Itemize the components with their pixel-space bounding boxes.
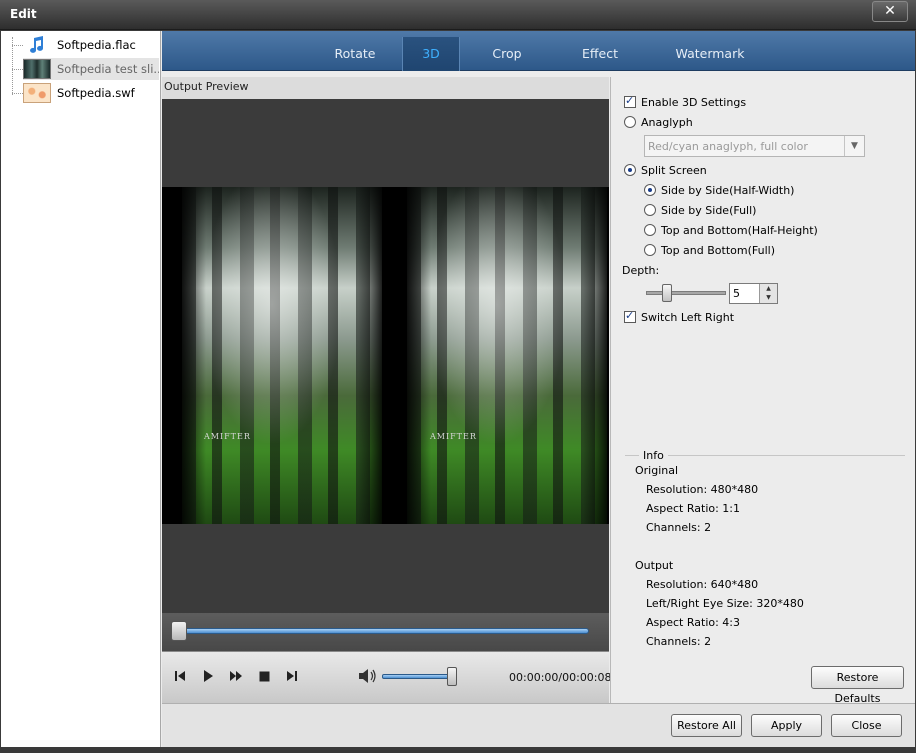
enable-3d-checkbox[interactable]: Enable 3D Settings bbox=[624, 94, 746, 110]
depth-label: Depth: bbox=[622, 263, 660, 277]
side-by-side-full-radio[interactable]: Side by Side(Full) bbox=[644, 202, 756, 218]
split-option-label: Top and Bottom(Full) bbox=[661, 243, 775, 257]
switch-lr-label: Switch Left Right bbox=[641, 310, 735, 324]
tab-effect[interactable]: Effect bbox=[564, 37, 636, 71]
top-bottom-full-radio[interactable]: Top and Bottom(Full) bbox=[644, 242, 775, 258]
spin-arrows-icon[interactable]: ▲ ▼ bbox=[759, 284, 777, 303]
file-name: Softpedia.swf bbox=[57, 86, 135, 100]
depth-slider-thumb[interactable] bbox=[662, 284, 672, 302]
player-controls: 00:00:00/00:00:08 bbox=[162, 651, 612, 703]
radio-circle[interactable] bbox=[624, 116, 636, 128]
volume-thumb[interactable] bbox=[447, 667, 457, 686]
output-aspect-ratio: Aspect Ratio: 4:3 bbox=[646, 616, 741, 629]
fast-forward-icon[interactable] bbox=[228, 670, 244, 686]
radio-circle[interactable] bbox=[644, 224, 656, 236]
right-eye-view bbox=[407, 187, 607, 524]
original-resolution: Resolution: 480*480 bbox=[646, 483, 759, 496]
seek-thumb[interactable] bbox=[171, 621, 187, 641]
file-name: Softpedia.flac bbox=[57, 38, 136, 52]
apply-button[interactable]: Apply bbox=[751, 714, 822, 737]
chevron-down-icon[interactable]: ▼ bbox=[844, 136, 864, 156]
video-frame: AMIFTER AMIFTER bbox=[162, 187, 609, 524]
window-title: Edit bbox=[10, 7, 37, 21]
tab-rotate[interactable]: Rotate bbox=[320, 37, 390, 71]
flash-thumbnail-icon bbox=[23, 83, 51, 103]
original-label: Original bbox=[635, 464, 679, 477]
skip-start-icon[interactable] bbox=[172, 670, 188, 686]
output-channels: Channels: 2 bbox=[646, 635, 712, 648]
window-close-button[interactable]: ✕ bbox=[872, 1, 908, 22]
bottom-button-bar: Restore All Apply Close bbox=[162, 703, 915, 747]
split-screen-label: Split Screen bbox=[641, 163, 707, 177]
skip-end-icon[interactable] bbox=[284, 670, 300, 686]
preview-area: AMIFTER AMIFTER bbox=[162, 99, 609, 613]
preview-header: Output Preview bbox=[162, 77, 609, 99]
video-caption-left: AMIFTER bbox=[204, 432, 251, 441]
seek-bar bbox=[162, 613, 609, 651]
tab-crop[interactable]: Crop bbox=[472, 37, 542, 71]
depth-label-row: Depth: bbox=[622, 262, 659, 278]
split-option-label: Top and Bottom(Half-Height) bbox=[661, 223, 818, 237]
split-screen-radio[interactable]: Split Screen bbox=[624, 162, 707, 178]
stop-icon[interactable] bbox=[256, 670, 272, 686]
anaglyph-label: Anaglyph bbox=[641, 115, 693, 129]
anaglyph-select-value: Red/cyan anaglyph, full color bbox=[648, 140, 808, 153]
video-caption-right: AMIFTER bbox=[430, 432, 477, 441]
radio-circle[interactable] bbox=[644, 204, 656, 216]
tree-connector bbox=[12, 45, 23, 46]
original-channels: Channels: 2 bbox=[646, 521, 712, 534]
anaglyph-select[interactable]: Red/cyan anaglyph, full color ▼ bbox=[644, 135, 865, 157]
anaglyph-radio[interactable]: Anaglyph bbox=[624, 114, 693, 130]
depth-slider-track[interactable] bbox=[646, 291, 726, 295]
output-label: Output bbox=[635, 559, 674, 572]
video-thumbnail-icon bbox=[23, 59, 51, 79]
output-eye-size: Left/Right Eye Size: 320*480 bbox=[646, 597, 804, 610]
split-option-label: Side by Side(Half-Width) bbox=[661, 183, 795, 197]
depth-value: 5 bbox=[733, 287, 740, 300]
output-resolution: Resolution: 640*480 bbox=[646, 578, 759, 591]
checkbox-box[interactable] bbox=[624, 309, 636, 323]
checkbox-box[interactable] bbox=[624, 94, 636, 108]
settings-panel: Enable 3D Settings Anaglyph Red/cyan ana… bbox=[610, 77, 915, 705]
split-option-label: Side by Side(Full) bbox=[661, 203, 757, 217]
file-name: Softpedia test sli... bbox=[57, 62, 159, 76]
original-aspect-ratio: Aspect Ratio: 1:1 bbox=[646, 502, 741, 515]
tab-bar: Rotate 3D Crop Effect Watermark bbox=[162, 31, 915, 71]
volume-track[interactable] bbox=[382, 674, 454, 679]
enable-3d-label: Enable 3D Settings bbox=[641, 95, 747, 109]
timecode: 00:00:00/00:00:08 bbox=[509, 671, 612, 684]
top-bottom-half-radio[interactable]: Top and Bottom(Half-Height) bbox=[644, 222, 818, 238]
radio-circle[interactable] bbox=[644, 184, 656, 196]
seek-track[interactable] bbox=[180, 628, 589, 634]
title-bar: Edit ✕ bbox=[0, 0, 916, 30]
radio-circle[interactable] bbox=[644, 244, 656, 256]
music-note-icon bbox=[23, 35, 51, 55]
tab-3d[interactable]: 3D bbox=[402, 37, 460, 71]
file-item-flac[interactable]: Softpedia.flac bbox=[23, 34, 159, 56]
file-item-video[interactable]: Softpedia test sli... bbox=[23, 58, 159, 80]
restore-defaults-button[interactable]: Restore Defaults bbox=[811, 666, 904, 705]
play-icon[interactable] bbox=[200, 670, 216, 686]
tree-connector bbox=[12, 93, 23, 94]
close-button[interactable]: Close bbox=[831, 714, 902, 737]
switch-left-right-checkbox[interactable]: Switch Left Right bbox=[624, 309, 734, 325]
preview-title: Output Preview bbox=[164, 80, 249, 93]
info-title: Info bbox=[639, 449, 668, 462]
volume-icon[interactable] bbox=[358, 668, 378, 686]
restore-all-button[interactable]: Restore All bbox=[671, 714, 742, 737]
left-eye-view bbox=[182, 187, 382, 524]
tab-watermark[interactable]: Watermark bbox=[662, 37, 758, 71]
tree-connector bbox=[12, 69, 23, 70]
side-by-side-half-radio[interactable]: Side by Side(Half-Width) bbox=[644, 182, 794, 198]
file-item-swf[interactable]: Softpedia.swf bbox=[23, 82, 159, 104]
radio-circle[interactable] bbox=[624, 164, 636, 176]
file-list: Softpedia.flac Softpedia test sli... Sof… bbox=[1, 31, 161, 747]
depth-spinbox[interactable]: 5 ▲ ▼ bbox=[729, 283, 778, 304]
